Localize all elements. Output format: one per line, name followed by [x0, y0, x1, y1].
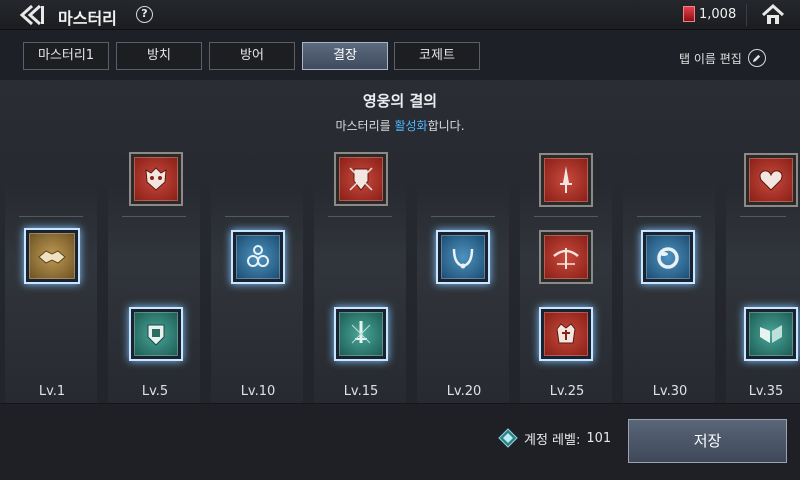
dagger-icon — [544, 158, 588, 202]
level-column — [623, 182, 715, 404]
level-column — [108, 182, 200, 404]
sword-crest-icon — [339, 312, 383, 356]
level-label: Lv.1 — [38, 384, 66, 399]
help-icon[interactable]: ? — [136, 6, 153, 23]
tab-defense[interactable]: 방어 — [209, 42, 295, 70]
amulet-mastery-slot[interactable] — [231, 230, 285, 284]
level-label: Lv.25 — [549, 384, 585, 399]
dagger-mastery-slot[interactable] — [539, 153, 593, 207]
ring-mastery-slot[interactable] — [641, 230, 695, 284]
level-column — [314, 182, 406, 404]
account-level: 계정 레벨: 101 — [498, 428, 611, 448]
mastery-subtitle: 마스터리를 활성화합니다. — [0, 117, 800, 134]
handshake-mastery-slot[interactable] — [24, 228, 80, 284]
crown-crest-mastery-slot[interactable] — [539, 307, 593, 361]
top-bar — [0, 0, 800, 30]
winged-shield-mastery-slot[interactable] — [744, 307, 798, 361]
tab-idle[interactable]: 방치 — [116, 42, 202, 70]
beast-mask-icon — [134, 157, 178, 201]
home-icon — [761, 3, 785, 24]
level-column — [520, 182, 612, 404]
subtitle-text-1: 마스터리를 — [335, 119, 395, 133]
ring-icon — [646, 235, 690, 279]
level-label: Lv.20 — [446, 384, 482, 399]
necklace-icon — [441, 235, 485, 279]
heart-icon — [749, 158, 793, 202]
handshake-icon — [29, 233, 75, 279]
home-button[interactable] — [760, 3, 786, 27]
subtitle-text-2: 합니다. — [427, 119, 465, 133]
castle-shield-icon — [134, 312, 178, 356]
heart-mastery-slot[interactable] — [744, 153, 798, 207]
beast-mask-mastery-slot[interactable] — [129, 152, 183, 206]
castle-shield-mastery-slot[interactable] — [129, 307, 183, 361]
account-level-value: 101 — [586, 430, 612, 446]
currency-display: 1,008 — [683, 6, 736, 22]
level-column — [211, 182, 303, 404]
crossbow-icon — [544, 235, 588, 279]
amulet-icon — [236, 235, 280, 279]
level-column — [726, 182, 800, 404]
level-label: Lv.15 — [343, 384, 379, 399]
back-arrow-icon — [19, 4, 44, 26]
winged-shield-icon — [749, 312, 793, 356]
necklace-mastery-slot[interactable] — [436, 230, 490, 284]
tab-cosette[interactable]: 코제트 — [394, 42, 480, 70]
back-button[interactable] — [18, 3, 52, 27]
level-column — [417, 182, 509, 404]
level-column — [5, 182, 97, 404]
level-label: Lv.30 — [652, 384, 688, 399]
subtitle-highlight: 활성화 — [394, 119, 428, 133]
level-label: Lv.35 — [748, 384, 784, 399]
mastery-title: 영웅의 결의 — [362, 92, 438, 110]
divider — [746, 4, 747, 26]
shield-crest-icon — [339, 157, 383, 201]
diamond-emblem-icon — [498, 428, 518, 448]
edit-tab-name-label: 탭 이름 편집 — [679, 51, 742, 66]
crossbow-mastery-slot[interactable] — [539, 230, 593, 284]
edit-tab-name-button[interactable]: 탭 이름 편집 — [679, 49, 766, 67]
account-level-label: 계정 레벨: — [524, 432, 581, 448]
crown-crest-icon — [544, 312, 588, 356]
tab-resolve[interactable]: 결장 — [302, 42, 388, 70]
level-label: Lv.5 — [141, 384, 169, 399]
page-title: 마스터리 — [58, 9, 117, 28]
tab-mastery1[interactable]: 마스터리1 — [23, 42, 109, 70]
pencil-icon — [747, 49, 766, 67]
level-label: Lv.10 — [240, 384, 276, 399]
red-gem-icon — [683, 6, 695, 22]
save-button[interactable]: 저장 — [628, 419, 787, 463]
shield-crest-mastery-slot[interactable] — [334, 152, 388, 206]
sword-crest-mastery-slot[interactable] — [334, 307, 388, 361]
currency-value: 1,008 — [699, 6, 737, 22]
